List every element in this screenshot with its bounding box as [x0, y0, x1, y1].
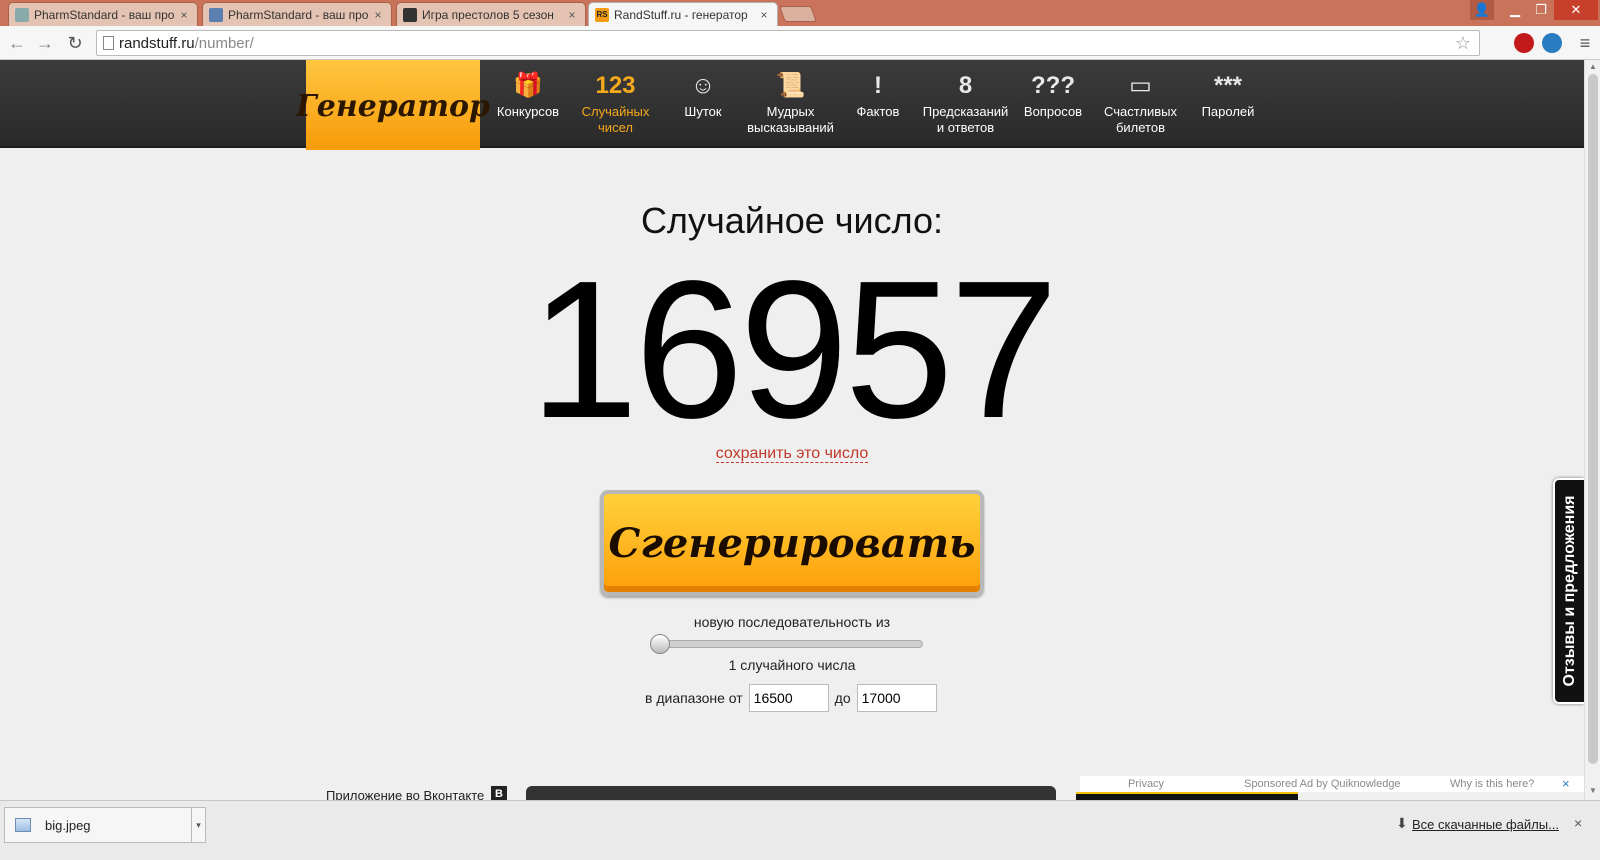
all-downloads-link[interactable]: Все скачанные файлы...	[1412, 817, 1559, 832]
range-from-input[interactable]	[748, 684, 829, 712]
browser-tab-1[interactable]: PharmStandard - ваш про ×	[8, 2, 198, 26]
password-icon: ***	[1213, 72, 1243, 99]
generate-button[interactable]: Сгенерировать	[600, 490, 984, 596]
scroll-icon: 📜	[775, 72, 806, 99]
range-to-label: до	[834, 690, 851, 706]
main-content: Случайное число: 16957 сохранить это чис…	[0, 150, 1584, 803]
adblock-extension-icon[interactable]	[1514, 33, 1534, 53]
tab-title: Игра престолов 5 сезон	[422, 7, 554, 22]
image-file-icon	[15, 818, 31, 832]
save-number-link[interactable]: сохранить это число	[715, 445, 869, 463]
nav-item-label: Счастливых билетов	[1103, 104, 1177, 135]
browser-titlebar: PharmStandard - ваш про × PharmStandard …	[0, 0, 1600, 26]
vk-app-widget[interactable]	[526, 786, 1056, 800]
range-to-input[interactable]	[856, 684, 937, 712]
numbers-icon: 123	[595, 72, 636, 99]
nav-item-label: Фактов	[856, 104, 900, 119]
nav-item-7[interactable]: ▭ Счастливых билетов	[1097, 68, 1185, 136]
reload-icon[interactable]: ↻	[64, 32, 86, 54]
tab-close-icon[interactable]: ×	[565, 8, 579, 22]
window-close-icon[interactable]: ✕	[1554, 0, 1598, 20]
back-icon[interactable]: ←	[6, 32, 28, 54]
tab-title: RandStuff.ru - генератор	[614, 7, 748, 22]
nav-item-1[interactable]: 123 Случайных чисел	[572, 68, 660, 136]
feedback-tab[interactable]: Отзывы и предложения	[1553, 478, 1584, 704]
restore-icon[interactable]: ❐	[1528, 0, 1554, 20]
random-number-display: 16957	[529, 240, 1058, 459]
nav-item-label: Шуток	[684, 104, 722, 119]
forward-icon[interactable]: →	[34, 32, 56, 54]
save-number-link-row: сохранить это число	[0, 445, 1584, 463]
warning-icon: !	[874, 72, 882, 99]
site-navigation: Генератор 🎁 Конкурсов 123 Случайных чисел ☺ Ш…	[0, 60, 1584, 152]
count-slider[interactable]	[650, 634, 923, 654]
new-tab-button[interactable]	[779, 6, 817, 22]
smiley-icon: ☺	[690, 72, 716, 99]
nav-item-label: Паролей	[1201, 104, 1255, 119]
page-scrollbar[interactable]: ▲ ▼	[1584, 60, 1600, 800]
nav-item-2[interactable]: ☺ Шуток	[659, 68, 747, 120]
ad-sponsored-label: Sponsored Ad by Quiknowledge	[1244, 778, 1401, 790]
ad-why-link[interactable]: Why is this here?	[1450, 778, 1534, 790]
download-file-name: big.jpeg	[45, 817, 91, 833]
nav-item-8[interactable]: *** Паролей	[1184, 68, 1272, 120]
randstuff-favicon-icon: RS	[595, 7, 609, 22]
nav-item-3[interactable]: 📜 Мудрых высказываний	[747, 68, 835, 136]
scroll-up-icon[interactable]: ▲	[1585, 60, 1600, 74]
url-host: randstuff.ru	[119, 34, 195, 52]
tab-favicon	[209, 7, 223, 22]
browser-tab-2[interactable]: PharmStandard - ваш про ×	[202, 2, 392, 26]
tab-close-icon[interactable]: ×	[371, 8, 385, 22]
download-item[interactable]: big.jpeg ▾	[4, 807, 206, 843]
nav-item-label: Случайных чисел	[581, 104, 650, 135]
sequence-label: новую последовательность из	[693, 614, 891, 630]
profile-icon[interactable]: 👤	[1470, 0, 1494, 20]
extension-icon[interactable]	[1542, 33, 1562, 53]
shelf-close-icon[interactable]: ×	[1574, 815, 1582, 831]
page-icon	[103, 36, 114, 50]
site-logo[interactable]: Генератор	[296, 60, 490, 152]
nav-item-label: Мудрых высказываний	[747, 104, 834, 135]
download-arrow-icon: ⬇	[1396, 815, 1408, 831]
browser-toolbar: ← → ↻ randstuff.ru/number/ ☆ ≡	[0, 26, 1600, 60]
result-heading: Случайное число:	[640, 200, 944, 241]
url-path: /number/	[194, 34, 254, 52]
tab-title: PharmStandard - ваш про	[228, 7, 369, 22]
browser-tab-3[interactable]: Игра престолов 5 сезон ×	[396, 2, 586, 26]
nav-item-4[interactable]: ! Фактов	[834, 68, 922, 120]
tab-title: PharmStandard - ваш про	[34, 7, 175, 22]
download-menu-caret-icon[interactable]: ▾	[191, 808, 205, 842]
browser-tab-active[interactable]: RS RandStuff.ru - генератор ×	[588, 2, 778, 26]
scrollbar-thumb[interactable]	[1588, 74, 1598, 764]
eight-ball-icon: 8	[958, 72, 973, 99]
nav-item-label: Конкурсов	[496, 104, 560, 119]
scroll-down-icon[interactable]: ▼	[1585, 784, 1600, 798]
address-bar[interactable]: randstuff.ru/number/ ☆	[96, 30, 1480, 56]
tab-close-icon[interactable]: ×	[757, 8, 771, 22]
nav-item-6[interactable]: ??? Вопросов	[1009, 68, 1097, 120]
tab-close-icon[interactable]: ×	[177, 8, 191, 22]
tab-favicon	[403, 7, 417, 22]
menu-icon[interactable]: ≡	[1574, 32, 1596, 54]
nav-item-label: Вопросов	[1023, 104, 1083, 119]
nav-item-0[interactable]: 🎁 Конкурсов	[484, 68, 572, 120]
ad-privacy-link[interactable]: Privacy	[1128, 778, 1164, 790]
ad-close-icon[interactable]: ×	[1562, 776, 1570, 791]
feedback-label: Отзывы и предложения	[1560, 495, 1578, 687]
range-from-label: в диапазоне от	[645, 690, 743, 706]
questions-icon: ???	[1031, 72, 1075, 99]
bookmark-star-icon[interactable]: ☆	[1455, 33, 1471, 54]
downloads-shelf: big.jpeg ▾ ⬇ Все скачанные файлы... ×	[0, 800, 1600, 860]
range-row: в диапазоне от до	[645, 684, 943, 712]
ad-bar: Privacy Sponsored Ad by Quiknowledge Why…	[1080, 776, 1584, 792]
nav-item-5[interactable]: 8 Предсказаний и ответов	[922, 68, 1010, 136]
tab-favicon	[15, 7, 29, 22]
slider-handle[interactable]	[650, 634, 670, 654]
minimize-icon[interactable]: ▁	[1502, 0, 1528, 20]
gift-icon: 🎁	[513, 72, 543, 99]
ticket-icon: ▭	[1129, 72, 1152, 99]
count-label: 1 случайного числа	[728, 657, 856, 673]
nav-item-label: Предсказаний и ответов	[922, 104, 1009, 135]
